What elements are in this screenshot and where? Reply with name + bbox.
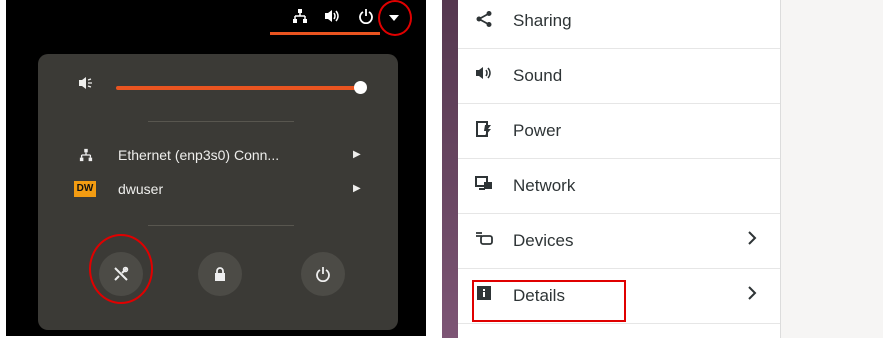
- volume-slider-track[interactable]: [116, 86, 360, 90]
- power-off-button[interactable]: [301, 252, 345, 296]
- sidebar-item-label: Power: [513, 121, 562, 140]
- highlight-circle-menu-arrow: [378, 0, 412, 36]
- active-indicator: [270, 32, 380, 35]
- chevron-right-icon: [746, 228, 758, 252]
- settings-screenshot: Sharing Sound Power Network Devices Deta…: [442, 0, 883, 338]
- sidebar-item-power[interactable]: Power: [458, 104, 780, 159]
- volume-slider-handle[interactable]: [354, 81, 367, 94]
- share-icon: [472, 10, 496, 35]
- highlight-circle-settings: [89, 234, 153, 304]
- desktop-background: [442, 0, 458, 338]
- menu-item-label: Ethernet (enp3s0) Conn...: [118, 147, 280, 163]
- menu-item-label: dwuser: [118, 181, 164, 197]
- menu-item-user[interactable]: DW dwuser ▶: [68, 176, 368, 202]
- network-icon: [472, 175, 496, 200]
- sidebar-item-sharing[interactable]: Sharing: [458, 0, 780, 49]
- sidebar-item-label: Network: [513, 176, 576, 195]
- separator: [148, 121, 294, 122]
- network-wired-icon: [76, 142, 96, 170]
- user-logo-icon: DW: [74, 181, 96, 197]
- system-menu-popup: Ethernet (enp3s0) Conn... ▶ DW dwuser ▶: [38, 54, 398, 330]
- menu-item-ethernet[interactable]: Ethernet (enp3s0) Conn... ▶: [68, 142, 368, 168]
- system-menu-screenshot: Ethernet (enp3s0) Conn... ▶ DW dwuser ▶: [6, 0, 426, 336]
- sidebar-item-label: Devices: [513, 231, 574, 250]
- sidebar-item-sound[interactable]: Sound: [458, 49, 780, 104]
- lock-button[interactable]: [198, 252, 242, 296]
- submenu-arrow-icon: ▶: [353, 183, 361, 194]
- sidebar-item-devices[interactable]: Devices: [458, 214, 780, 269]
- settings-sidebar: Sharing Sound Power Network Devices Deta…: [458, 0, 781, 338]
- volume-low-icon: [78, 76, 94, 93]
- devices-icon: [472, 230, 496, 253]
- power-icon: [472, 120, 496, 145]
- sound-icon: [472, 65, 496, 87]
- settings-content-area: [781, 0, 883, 338]
- submenu-arrow-icon: ▶: [353, 149, 361, 160]
- chevron-right-icon: [746, 283, 758, 307]
- sidebar-item-label: Sound: [513, 66, 563, 85]
- sidebar-item-network[interactable]: Network: [458, 159, 780, 214]
- sidebar-item-label: Sharing: [513, 11, 572, 30]
- power-icon: [356, 8, 376, 30]
- separator: [148, 225, 294, 226]
- volume-icon: [322, 8, 342, 30]
- highlight-box-details: [472, 280, 626, 322]
- network-wired-icon: [290, 8, 310, 30]
